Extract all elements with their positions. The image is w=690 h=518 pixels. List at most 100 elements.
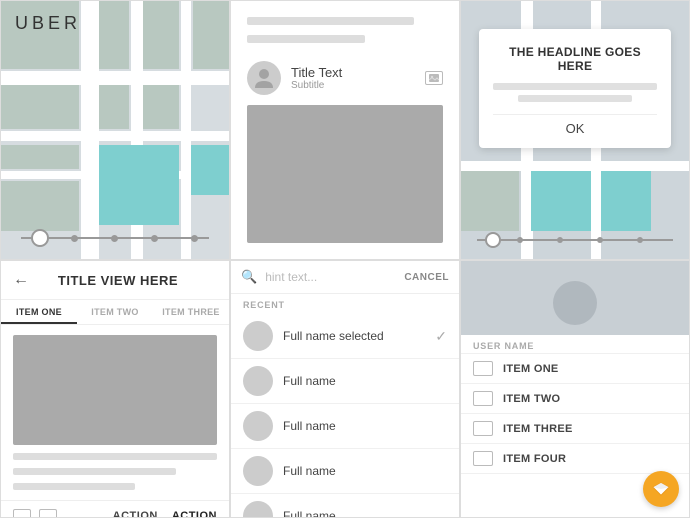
p3-slider-dot xyxy=(637,237,643,243)
line-placeholder xyxy=(247,17,414,25)
map-road xyxy=(81,1,99,259)
item-name: ITEM FOUR xyxy=(503,453,566,465)
avatar xyxy=(243,501,273,518)
list-item-name: Full name xyxy=(283,464,447,478)
user-avatar xyxy=(553,281,597,325)
back-arrow-button[interactable]: ← xyxy=(13,271,29,289)
item-icon xyxy=(473,451,493,466)
action-button-1[interactable]: ACTION xyxy=(113,510,158,518)
list-item[interactable]: Full name xyxy=(231,404,459,449)
list-item-name: Full name selected xyxy=(283,329,425,343)
search-panel: 🔍 hint text... CANCEL RECENT Full name s… xyxy=(230,260,460,518)
map-block xyxy=(99,1,129,69)
user-list-panel: USER NAME ITEM ONE ITEM TWO ITEM THREE I… xyxy=(460,260,690,518)
dialog-headline: THE HEADLINE GOES HERE xyxy=(493,45,657,73)
uber-logo: UBER xyxy=(15,13,81,34)
slider-dot xyxy=(71,235,78,242)
dialog-ok-button[interactable]: OK xyxy=(493,114,657,136)
list-item-name: Full name xyxy=(283,509,447,518)
p3-slider-track[interactable] xyxy=(477,239,673,241)
list-item[interactable]: Full name xyxy=(231,494,459,518)
bottom-actions: ACTION ACTION xyxy=(113,510,217,518)
map-block xyxy=(1,145,79,169)
card-row: Title Text Subtitle xyxy=(247,61,443,95)
avatar xyxy=(243,366,273,396)
map-block xyxy=(461,171,519,231)
check-icon: ✓ xyxy=(435,328,447,345)
list-item[interactable]: Full name xyxy=(231,359,459,404)
dialog-panel: THE HEADLINE GOES HERE OK xyxy=(460,0,690,260)
avatar xyxy=(243,456,273,486)
bottom-icon-1 xyxy=(13,509,31,518)
map-panel: UBER xyxy=(0,0,230,260)
list-item[interactable]: ITEM THREE xyxy=(461,414,689,444)
list-item[interactable]: ITEM ONE xyxy=(461,354,689,384)
map-block xyxy=(143,85,179,129)
list-item[interactable]: Full name selected ✓ xyxy=(231,314,459,359)
line-placeholder xyxy=(247,35,365,43)
slider-thumb[interactable] xyxy=(31,229,49,247)
tab-item-three[interactable]: ITEM THREE xyxy=(153,300,229,324)
item-icon xyxy=(473,391,493,406)
bottom-bar: ACTION ACTION xyxy=(1,500,229,518)
map-water xyxy=(601,171,651,231)
dialog-line xyxy=(518,95,633,102)
slider-dot xyxy=(151,235,158,242)
list-item-name: Full name xyxy=(283,419,447,433)
image-icon xyxy=(425,71,443,85)
avatar xyxy=(247,61,281,95)
tab-item-one[interactable]: ITEM ONE xyxy=(1,300,77,324)
map-road xyxy=(181,1,191,259)
p3-slider-dot xyxy=(517,237,523,243)
p3-slider-dot xyxy=(557,237,563,243)
map-water xyxy=(191,145,229,195)
item-name: ITEM TWO xyxy=(503,393,560,405)
content-line xyxy=(13,483,135,490)
content-image xyxy=(13,335,217,445)
sketch-badge xyxy=(643,471,679,507)
map-water xyxy=(531,171,591,231)
map-road xyxy=(1,71,229,85)
map-block xyxy=(1,181,79,231)
image-placeholder xyxy=(247,105,443,243)
content-area xyxy=(1,325,229,500)
cancel-button[interactable]: CANCEL xyxy=(404,272,449,283)
tab-bar: ITEM ONE ITEM TWO ITEM THREE xyxy=(1,300,229,325)
tab-panel: ← TITLE VIEW HERE ITEM ONE ITEM TWO ITEM… xyxy=(0,260,230,518)
list-item[interactable]: Full name xyxy=(231,449,459,494)
p3-slider-thumb[interactable] xyxy=(485,232,501,248)
content-line xyxy=(13,453,217,460)
slider-dot xyxy=(111,235,118,242)
dialog-line xyxy=(493,83,657,90)
card-panel: Title Text Subtitle xyxy=(230,0,460,260)
map-block xyxy=(1,1,79,69)
bottom-icon-2 xyxy=(39,509,57,518)
slider-track[interactable] xyxy=(21,237,209,239)
map-road xyxy=(1,131,229,141)
map-block xyxy=(1,85,79,129)
search-input[interactable]: hint text... xyxy=(265,270,396,284)
page-title: TITLE VIEW HERE xyxy=(39,273,217,288)
list-item-name: Full name xyxy=(283,374,447,388)
tab-item-two[interactable]: ITEM TWO xyxy=(77,300,153,324)
card-title: Title Text xyxy=(291,65,415,80)
user-name-label: USER NAME xyxy=(461,335,689,354)
card-text: Title Text Subtitle xyxy=(291,65,415,91)
map-block xyxy=(193,1,229,69)
map-background xyxy=(1,1,229,259)
action-button-2[interactable]: ACTION xyxy=(172,510,217,518)
slider-dot xyxy=(191,235,198,242)
search-icon: 🔍 xyxy=(241,269,257,285)
item-name: ITEM ONE xyxy=(503,363,559,375)
list-item[interactable]: ITEM TWO xyxy=(461,384,689,414)
avatar xyxy=(243,411,273,441)
avatar xyxy=(243,321,273,351)
list-item[interactable]: ITEM FOUR xyxy=(461,444,689,474)
dialog-box: THE HEADLINE GOES HERE OK xyxy=(479,29,671,148)
item-icon xyxy=(473,361,493,376)
map-block xyxy=(99,85,129,129)
item-name: ITEM THREE xyxy=(503,423,573,435)
search-bar: 🔍 hint text... CANCEL xyxy=(231,261,459,294)
map-water xyxy=(99,145,179,225)
user-profile-area xyxy=(461,261,689,335)
